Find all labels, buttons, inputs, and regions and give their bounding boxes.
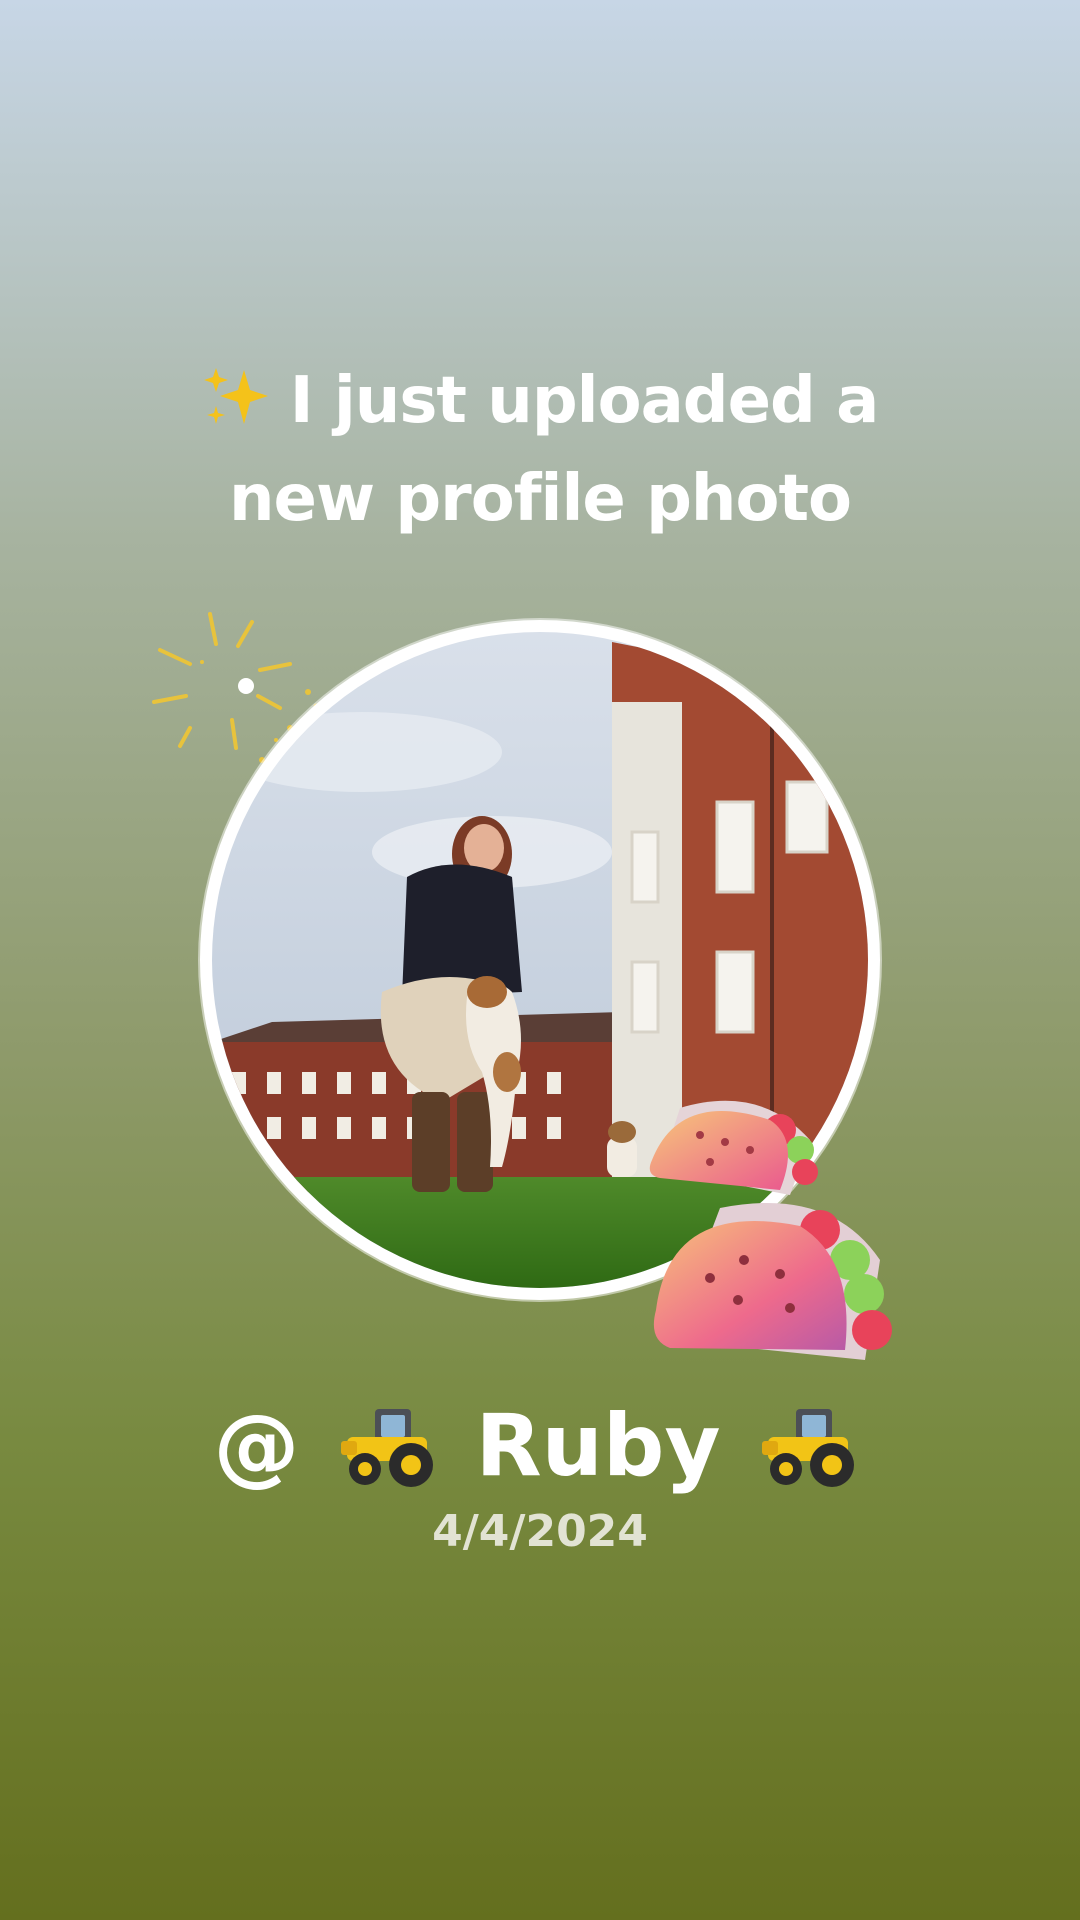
tractor-icon: [341, 1408, 434, 1487]
username: @ Ruby: [0, 1385, 1080, 1501]
headline-line-1: I just uploaded a: [140, 352, 940, 450]
at-sign: @: [213, 1395, 300, 1496]
headline: I just uploaded a new profile photo: [140, 352, 940, 548]
tractor-icon: [762, 1408, 855, 1487]
taco-icon: [653, 1202, 892, 1360]
headline-text-1: I just uploaded a: [289, 364, 880, 438]
sparkles-icon: [203, 368, 268, 424]
username-name: Ruby: [475, 1395, 721, 1496]
headline-line-2: new profile photo: [228, 462, 852, 536]
date: 4/4/2024: [432, 1506, 648, 1557]
